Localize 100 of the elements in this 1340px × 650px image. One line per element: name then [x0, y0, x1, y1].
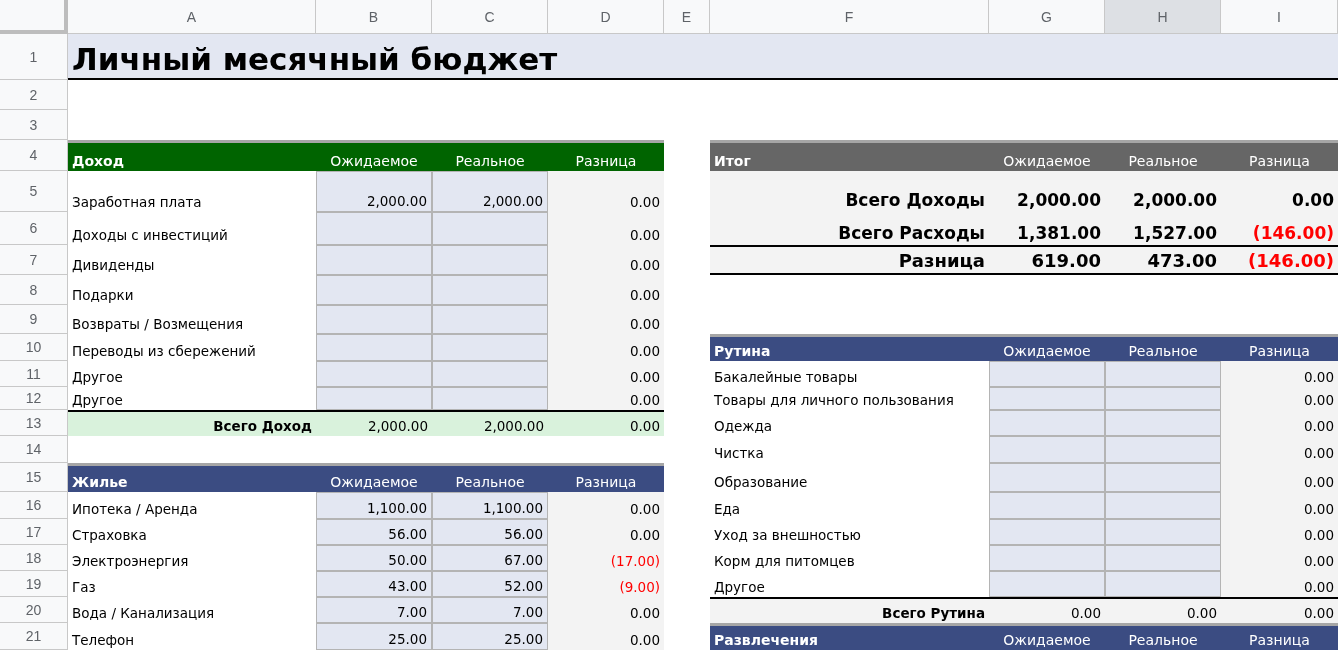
row-number[interactable]: 19: [0, 571, 68, 597]
input-cell[interactable]: [316, 334, 432, 361]
input-cell[interactable]: [1105, 361, 1221, 387]
row-number[interactable]: 7: [0, 245, 68, 275]
row-number[interactable]: 11: [0, 361, 68, 387]
summary-value: 1,381.00: [989, 212, 1105, 245]
column-header[interactable]: I: [1221, 0, 1338, 34]
row-number[interactable]: 15: [0, 463, 68, 492]
select-all-corner[interactable]: [0, 0, 68, 34]
input-cell[interactable]: [989, 545, 1105, 571]
input-cell[interactable]: [432, 212, 548, 245]
input-cell[interactable]: [989, 436, 1105, 463]
input-cell[interactable]: [432, 305, 548, 334]
total-cell: 2,000.00: [316, 410, 432, 436]
input-cell[interactable]: 56.00: [432, 519, 548, 545]
input-cell[interactable]: [1105, 436, 1221, 463]
input-cell[interactable]: [989, 463, 1105, 492]
input-cell[interactable]: [1105, 545, 1221, 571]
column-heading: Разница: [1248, 153, 1311, 171]
column-heading: Разница: [1248, 632, 1311, 650]
difference-cell: 0.00: [1221, 492, 1338, 519]
input-cell[interactable]: [316, 275, 432, 305]
row-label: Доходы с инвестиций: [71, 226, 229, 245]
input-cell[interactable]: [1105, 387, 1221, 410]
input-cell[interactable]: [432, 387, 548, 410]
difference-cell: 0.00: [548, 334, 664, 361]
input-cell[interactable]: [432, 245, 548, 275]
column-header[interactable]: F: [710, 0, 989, 34]
summary-value: (146.00): [1221, 212, 1338, 245]
row-number[interactable]: 14: [0, 436, 68, 463]
input-cell[interactable]: [1105, 519, 1221, 545]
input-cell[interactable]: 1,100.00: [432, 492, 548, 519]
row-label: Подарки: [71, 286, 135, 305]
input-cell[interactable]: [1105, 492, 1221, 519]
input-cell[interactable]: 7.00: [316, 597, 432, 623]
difference-cell: 0.00: [548, 597, 664, 623]
input-cell[interactable]: [316, 212, 432, 245]
row-label: Дивиденды: [71, 256, 156, 275]
row-number[interactable]: 20: [0, 597, 68, 623]
column-heading: Ожидаемое: [1002, 153, 1092, 171]
column-heading: Реальное: [454, 153, 526, 171]
input-cell[interactable]: [316, 387, 432, 410]
column-heading: Реальное: [1127, 632, 1199, 650]
input-cell[interactable]: [1105, 463, 1221, 492]
input-cell[interactable]: [989, 519, 1105, 545]
row-number[interactable]: 18: [0, 545, 68, 571]
column-header[interactable]: H: [1105, 0, 1221, 34]
column-header[interactable]: A: [68, 0, 316, 34]
input-cell[interactable]: [316, 361, 432, 387]
row-label: Другое: [713, 578, 766, 597]
input-cell[interactable]: 52.00: [432, 571, 548, 597]
row-number[interactable]: 10: [0, 334, 68, 361]
difference-cell: 0.00: [1221, 387, 1338, 410]
input-cell[interactable]: [989, 571, 1105, 597]
sheet-title: Личный месячный бюджет: [68, 34, 1338, 80]
input-cell[interactable]: [432, 275, 548, 305]
row-number[interactable]: 21: [0, 623, 68, 650]
row-number[interactable]: 8: [0, 275, 68, 305]
row-number[interactable]: 1: [0, 34, 68, 80]
column-header[interactable]: G: [989, 0, 1105, 34]
input-cell[interactable]: 25.00: [432, 623, 548, 650]
column-header[interactable]: B: [316, 0, 432, 34]
input-cell[interactable]: 7.00: [432, 597, 548, 623]
input-cell[interactable]: [1105, 410, 1221, 436]
input-cell[interactable]: 2,000.00: [316, 171, 432, 212]
input-cell[interactable]: 67.00: [432, 545, 548, 571]
column-heading: Разница: [574, 474, 638, 492]
input-cell[interactable]: 1,100.00: [316, 492, 432, 519]
input-cell[interactable]: [316, 245, 432, 275]
row-number[interactable]: 5: [0, 171, 68, 212]
input-cell[interactable]: 43.00: [316, 571, 432, 597]
row-number[interactable]: 2: [0, 80, 68, 110]
input-cell[interactable]: [432, 334, 548, 361]
input-cell[interactable]: [989, 492, 1105, 519]
column-heading: Разница: [1248, 343, 1311, 361]
input-cell[interactable]: [1105, 571, 1221, 597]
summary-value: 619.00: [989, 245, 1105, 275]
section-title: Развлечения: [713, 632, 820, 650]
row-number[interactable]: 13: [0, 410, 68, 436]
input-cell[interactable]: [989, 361, 1105, 387]
row-number[interactable]: 4: [0, 140, 68, 171]
input-cell[interactable]: [316, 305, 432, 334]
input-cell[interactable]: [432, 361, 548, 387]
row-number[interactable]: 3: [0, 110, 68, 140]
input-cell[interactable]: 2,000.00: [432, 171, 548, 212]
column-header[interactable]: D: [548, 0, 664, 34]
input-cell[interactable]: 25.00: [316, 623, 432, 650]
row-number[interactable]: 16: [0, 492, 68, 519]
input-cell[interactable]: [989, 410, 1105, 436]
row-number[interactable]: 6: [0, 212, 68, 245]
row-label: Другое: [71, 391, 124, 410]
column-header[interactable]: C: [432, 0, 548, 34]
input-cell[interactable]: 56.00: [316, 519, 432, 545]
row-number[interactable]: 12: [0, 387, 68, 410]
row-label: Страховка: [71, 526, 148, 545]
input-cell[interactable]: [989, 387, 1105, 410]
input-cell[interactable]: 50.00: [316, 545, 432, 571]
column-header[interactable]: E: [664, 0, 710, 34]
row-number[interactable]: 17: [0, 519, 68, 545]
row-number[interactable]: 9: [0, 305, 68, 334]
